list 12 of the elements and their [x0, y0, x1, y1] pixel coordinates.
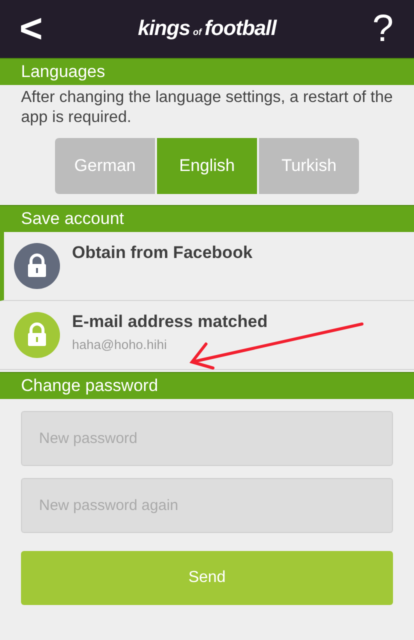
section-header: Change password: [0, 372, 414, 399]
section-header: Save account: [0, 205, 414, 232]
help-button[interactable]: ?: [368, 10, 398, 48]
option-title: E-mail address matched: [72, 311, 268, 333]
option-title: Obtain from Facebook: [72, 242, 252, 264]
option-subtitle: haha@hoho.hihi: [72, 336, 168, 354]
back-button[interactable]: <: [16, 9, 46, 49]
account-option[interactable]: E-mail address matched haha@hoho.hihi: [0, 301, 414, 370]
restart-note: After changing the language settings, a restart of the app is required.: [20, 88, 394, 128]
account-option[interactable]: Obtain from Facebook: [0, 232, 414, 301]
logo: kings of football: [138, 16, 276, 42]
section-header: Languages: [0, 58, 414, 85]
